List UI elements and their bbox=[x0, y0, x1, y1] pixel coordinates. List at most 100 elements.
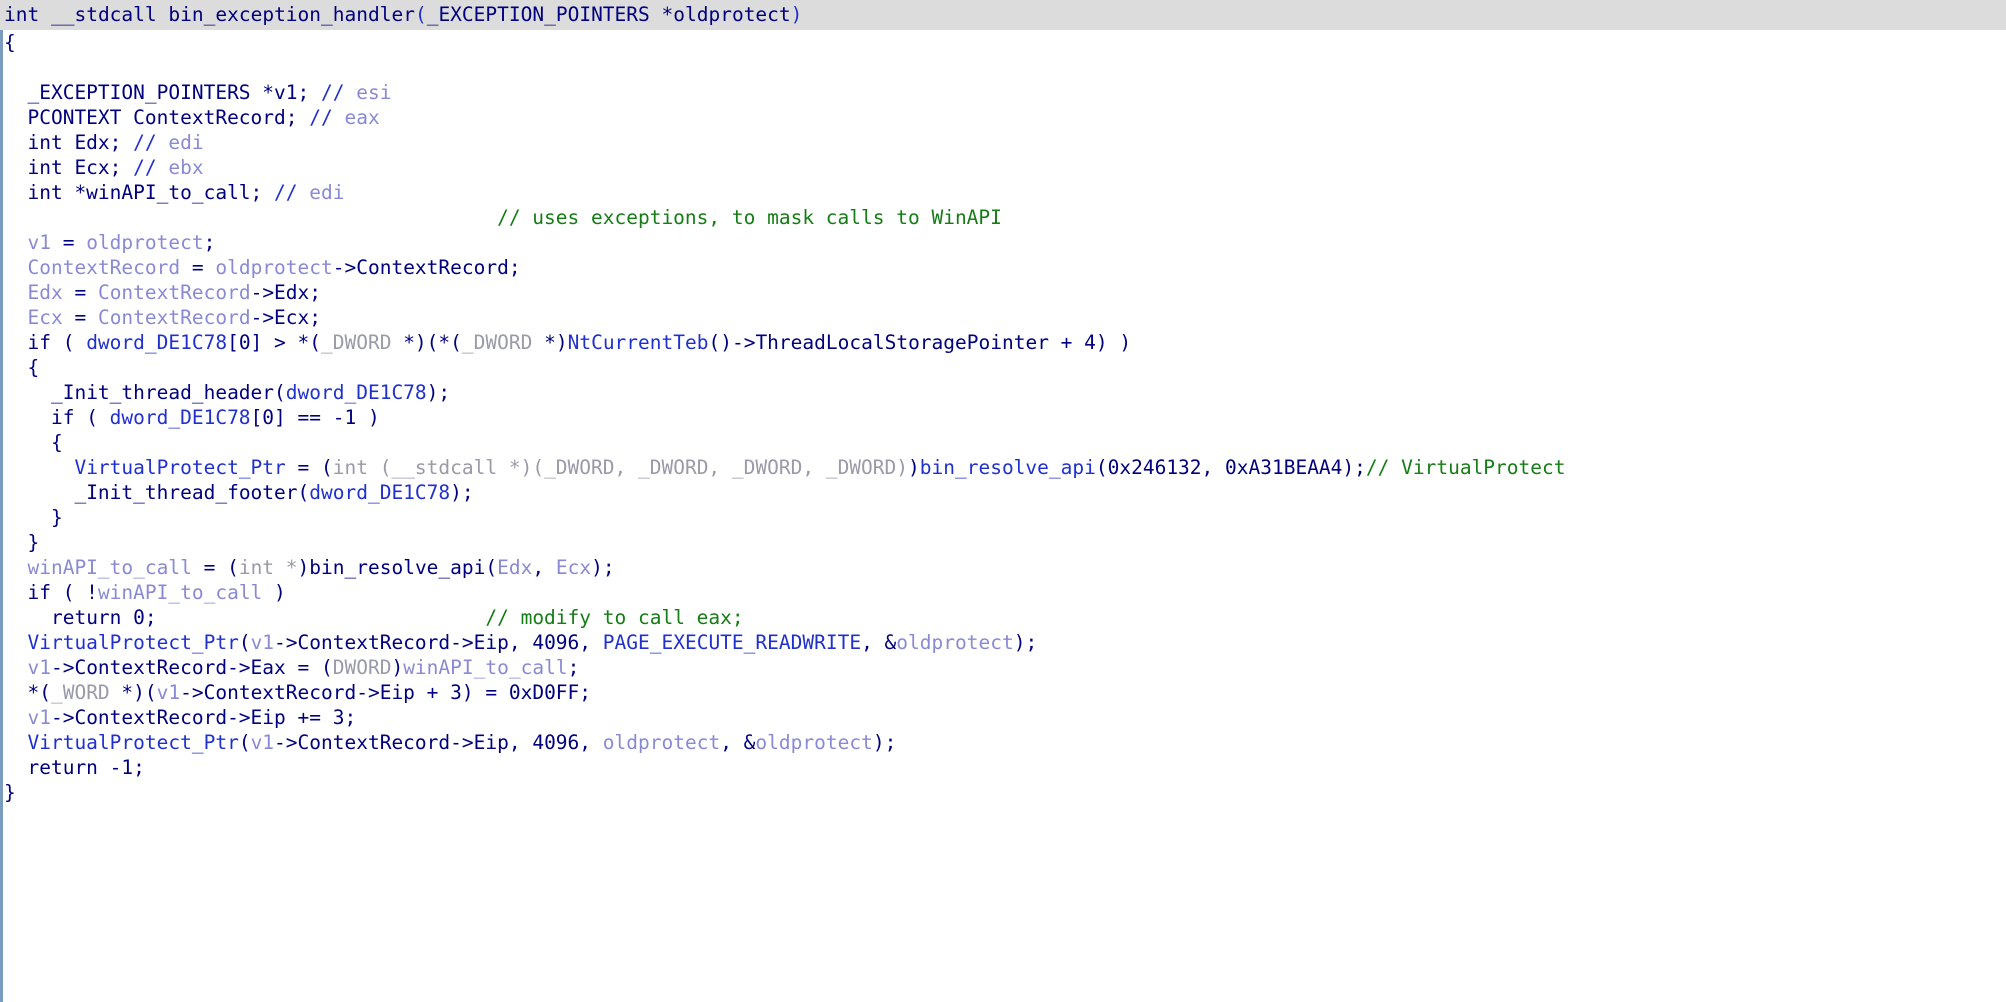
code-line[interactable]: { bbox=[0, 355, 2006, 380]
global-symbol-token[interactable]: dword_DE1C78 bbox=[286, 381, 427, 404]
code-token: , bbox=[532, 556, 556, 579]
code-line[interactable]: } bbox=[0, 780, 2006, 805]
comment-token: // uses exceptions, to mask calls to Win… bbox=[4, 206, 1002, 229]
local-variable-token[interactable]: oldprotect bbox=[86, 231, 203, 254]
local-variable-token[interactable]: v1 bbox=[251, 731, 274, 754]
local-variable-token[interactable]: winAPI_to_call bbox=[27, 556, 191, 579]
code-line[interactable]: _Init_thread_footer(dword_DE1C78); bbox=[0, 480, 2006, 505]
local-variable-token[interactable]: oldprotect bbox=[603, 731, 720, 754]
global-symbol-token[interactable]: VirtualProtect_Ptr bbox=[27, 631, 238, 654]
code-line[interactable]: return 0; // modify to call eax; bbox=[0, 605, 2006, 630]
code-token: ); bbox=[450, 481, 474, 504]
code-line[interactable]: *(_WORD *)(v1->ContextRecord->Eip + 3) =… bbox=[0, 680, 2006, 705]
code-line[interactable]: PCONTEXT ContextRecord; // eax bbox=[0, 105, 2006, 130]
local-variable-token[interactable]: v1 bbox=[27, 706, 50, 729]
code-line[interactable]: { bbox=[0, 430, 2006, 455]
code-line[interactable]: } bbox=[0, 530, 2006, 555]
code-line[interactable]: Edx = ContextRecord->Edx; bbox=[0, 280, 2006, 305]
code-token: *) bbox=[532, 331, 568, 354]
code-line[interactable]: if ( dword_DE1C78[0] == -1 ) bbox=[0, 405, 2006, 430]
code-line[interactable]: VirtualProtect_Ptr = (int (__stdcall *)(… bbox=[0, 455, 2006, 480]
local-variable-token[interactable]: Edx bbox=[27, 281, 62, 304]
code-token: , & bbox=[861, 631, 897, 654]
code-line[interactable]: _EXCEPTION_POINTERS *v1; // esi bbox=[0, 80, 2006, 105]
global-symbol-token[interactable]: dword_DE1C78 bbox=[110, 406, 251, 429]
code-line[interactable]: winAPI_to_call = (int *)bin_resolve_api(… bbox=[0, 555, 2006, 580]
code-token: ( bbox=[485, 556, 498, 579]
comment-token: // modify to call eax; bbox=[156, 606, 744, 629]
enum-constant-token[interactable]: PAGE_EXECUTE_READWRITE bbox=[603, 631, 861, 654]
local-variable-token[interactable]: winAPI_to_call bbox=[403, 656, 567, 679]
local-variable-token[interactable]: oldprotect bbox=[896, 631, 1013, 654]
code-token: ( bbox=[238, 731, 251, 754]
global-symbol-token[interactable]: NtCurrentTeb bbox=[568, 331, 709, 354]
code-line[interactable]: int Ecx; // ebx bbox=[0, 155, 2006, 180]
local-variable-token[interactable]: ebx bbox=[168, 156, 203, 179]
local-variable-token[interactable]: Ecx bbox=[27, 306, 62, 329]
code-line[interactable]: ContextRecord = oldprotect->ContextRecor… bbox=[0, 255, 2006, 280]
code-line[interactable]: int Edx; // edi bbox=[0, 130, 2006, 155]
code-line[interactable]: if ( !winAPI_to_call ) bbox=[0, 580, 2006, 605]
local-variable-token[interactable]: v1 bbox=[27, 231, 50, 254]
local-variable-token[interactable]: oldprotect bbox=[755, 731, 872, 754]
code-token: ) bbox=[297, 556, 310, 579]
code-line[interactable]: VirtualProtect_Ptr(v1->ContextRecord->Ei… bbox=[0, 630, 2006, 655]
local-variable-token[interactable]: v1 bbox=[251, 631, 274, 654]
local-variable-token[interactable]: ContextRecord bbox=[27, 256, 180, 279]
local-variable-token[interactable]: oldprotect bbox=[215, 256, 332, 279]
local-variable-token[interactable]: v1 bbox=[157, 681, 180, 704]
code-line[interactable]: if ( dword_DE1C78[0] > *(_DWORD *)(*(_DW… bbox=[0, 330, 2006, 355]
code-token: = bbox=[180, 256, 216, 279]
global-symbol-token[interactable]: VirtualProtect_Ptr bbox=[74, 456, 285, 479]
local-variable-token[interactable]: Edx bbox=[497, 556, 532, 579]
local-variable-token[interactable]: winAPI_to_call bbox=[98, 581, 262, 604]
code-token: } bbox=[4, 781, 16, 804]
local-variable-token[interactable]: esi bbox=[356, 81, 391, 104]
code-token: , & bbox=[720, 731, 756, 754]
local-variable-token[interactable]: edi bbox=[309, 181, 344, 204]
code-token: ->ContextRecord->Eip + 3) = 0xD0FF; bbox=[180, 681, 592, 704]
code-line[interactable]: int *winAPI_to_call; // edi bbox=[0, 180, 2006, 205]
code-token: return -1; bbox=[27, 756, 145, 779]
local-variable-token[interactable]: edi bbox=[168, 131, 203, 154]
local-variable-token[interactable]: ContextRecord bbox=[98, 306, 251, 329]
code-line[interactable]: VirtualProtect_Ptr(v1->ContextRecord->Ei… bbox=[0, 730, 2006, 755]
code-body[interactable]: { _EXCEPTION_POINTERS *v1; // esi PCONTE… bbox=[0, 30, 2006, 805]
code-line[interactable]: Ecx = ContextRecord->Ecx; bbox=[0, 305, 2006, 330]
code-line[interactable]: return -1; bbox=[0, 755, 2006, 780]
code-line[interactable] bbox=[0, 55, 2006, 80]
code-token: ) bbox=[262, 581, 286, 604]
code-line[interactable]: { bbox=[0, 30, 2006, 55]
global-symbol-token[interactable]: dword_DE1C78 bbox=[86, 331, 227, 354]
local-variable-token[interactable]: eax bbox=[344, 106, 379, 129]
local-variable-token[interactable]: Ecx bbox=[556, 556, 591, 579]
code-token: } bbox=[27, 531, 40, 554]
code-line[interactable]: v1->ContextRecord->Eip += 3; bbox=[0, 705, 2006, 730]
global-symbol-token[interactable]: VirtualProtect_Ptr bbox=[27, 731, 238, 754]
cast-type-token: _DWORD bbox=[461, 331, 533, 354]
pseudocode-view[interactable]: int __stdcall bin_exception_handler(_EXC… bbox=[0, 0, 2006, 1002]
global-symbol-token[interactable]: dword_DE1C78 bbox=[309, 481, 450, 504]
code-line[interactable]: v1->ContextRecord->Eax = (DWORD)winAPI_t… bbox=[0, 655, 2006, 680]
code-token: { bbox=[27, 356, 40, 379]
global-symbol-token[interactable]: bin_resolve_api bbox=[920, 456, 1096, 479]
code-line[interactable]: _Init_thread_header(dword_DE1C78); bbox=[0, 380, 2006, 405]
code-token: = bbox=[62, 306, 98, 329]
function-prototype-line[interactable]: int __stdcall bin_exception_handler(_EXC… bbox=[0, 0, 2006, 30]
code-line[interactable]: } bbox=[0, 505, 2006, 530]
code-line[interactable]: // uses exceptions, to mask calls to Win… bbox=[0, 205, 2006, 230]
code-area[interactable]: int __stdcall bin_exception_handler(_EXC… bbox=[0, 0, 2006, 805]
function-name[interactable]: bin_exception_handler bbox=[168, 3, 415, 26]
local-variable-token[interactable]: v1 bbox=[27, 656, 50, 679]
local-variable-token[interactable]: ContextRecord bbox=[98, 281, 251, 304]
code-token: ->ContextRecord->Eip, 4096, bbox=[274, 631, 603, 654]
code-line[interactable]: v1 = oldprotect; bbox=[0, 230, 2006, 255]
param-name[interactable]: oldprotect bbox=[673, 3, 790, 26]
